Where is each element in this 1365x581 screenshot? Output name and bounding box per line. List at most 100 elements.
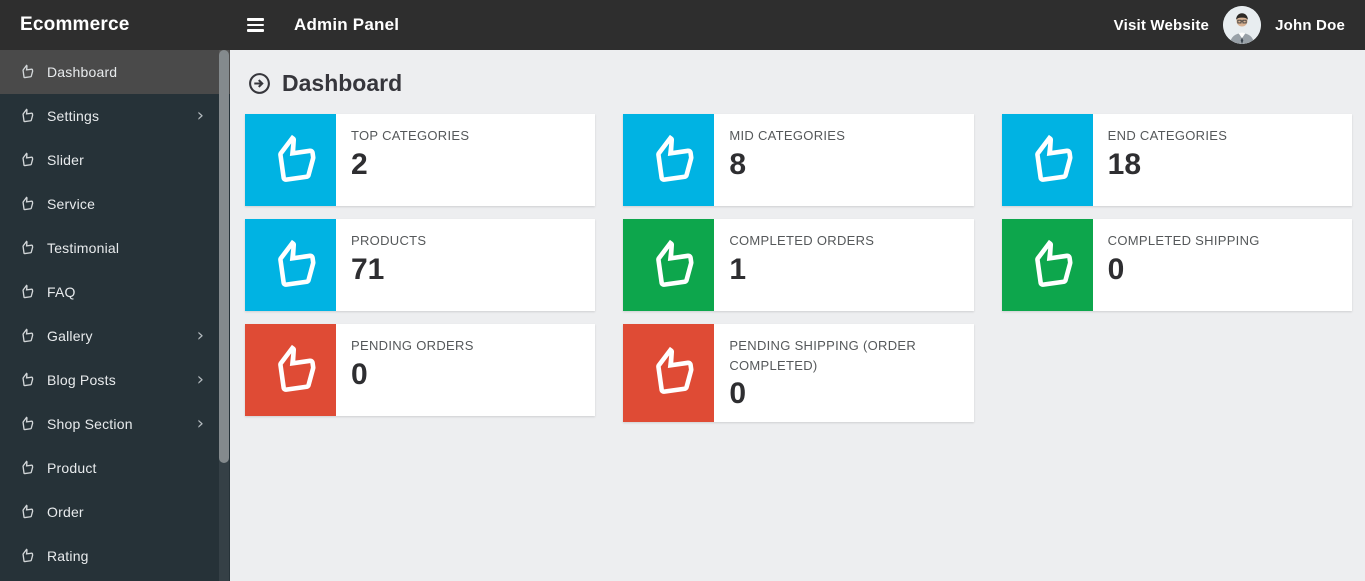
stat-label: PENDING ORDERS bbox=[351, 338, 474, 353]
thumbs-up-icon bbox=[18, 504, 34, 520]
thumbs-up-icon bbox=[245, 114, 336, 206]
sidebar-item-label: Dashboard bbox=[47, 64, 118, 80]
user-avatar[interactable] bbox=[1223, 6, 1262, 44]
thumbs-up-icon bbox=[18, 196, 34, 212]
sidebar-item-product[interactable]: Product › bbox=[0, 446, 230, 490]
sidebar-item-label: Order bbox=[47, 504, 84, 520]
thumbs-up-icon bbox=[1001, 114, 1093, 206]
sidebar-item-label: Testimonial bbox=[47, 240, 120, 256]
scrollbar-thumb[interactable] bbox=[219, 50, 229, 463]
stat-value: 0 bbox=[1107, 252, 1125, 286]
stat-card: PRODUCTS 71 bbox=[245, 219, 596, 311]
thumbs-up-icon bbox=[18, 240, 34, 256]
sidebar-item-label: Slider bbox=[47, 152, 84, 168]
topbar: Ecommerce Admin Panel Visit Website John… bbox=[0, 0, 1365, 50]
thumbs-up-icon bbox=[1001, 219, 1093, 311]
stat-cards-grid: TOP CATEGORIES 2 MID CATEGORIES 8 END CA… bbox=[245, 114, 1352, 422]
stat-value: 8 bbox=[729, 147, 747, 181]
hamburger-icon bbox=[247, 18, 264, 32]
stat-card-body: PENDING SHIPPING (ORDER COMPLETED) 0 bbox=[714, 324, 973, 422]
main-content: Dashboard TOP CATEGORIES 2 MID CATEGORIE… bbox=[230, 50, 1365, 581]
sidebar-item-rating[interactable]: Rating › bbox=[0, 534, 230, 578]
sidebar-item-label: FAQ bbox=[47, 284, 76, 300]
stat-card-body: PRODUCTS 71 bbox=[336, 219, 595, 311]
sidebar-item-order[interactable]: Order › bbox=[0, 490, 230, 534]
user-photo-icon bbox=[1223, 6, 1262, 44]
stat-label: PENDING SHIPPING (ORDER COMPLETED) bbox=[729, 338, 917, 373]
sidebar-item-label: Rating bbox=[47, 548, 89, 564]
thumbs-up-icon bbox=[18, 460, 34, 476]
stat-label: TOP CATEGORIES bbox=[351, 128, 470, 143]
stat-label: COMPLETED SHIPPING bbox=[1107, 233, 1260, 248]
admin-panel-title: Admin Panel bbox=[294, 15, 400, 34]
stat-value: 0 bbox=[351, 357, 368, 391]
stat-value: 2 bbox=[351, 147, 368, 181]
thumbs-up-icon bbox=[245, 219, 336, 311]
stat-card-body: MID CATEGORIES 8 bbox=[714, 114, 973, 206]
stat-label: END CATEGORIES bbox=[1107, 128, 1228, 143]
stat-value: 18 bbox=[1107, 147, 1142, 181]
stat-card: PENDING ORDERS 0 bbox=[245, 324, 596, 416]
arrow-circle-right-icon bbox=[247, 71, 272, 96]
stat-card: COMPLETED SHIPPING 0 bbox=[1001, 219, 1352, 311]
stat-card-body: PENDING ORDERS 0 bbox=[336, 324, 595, 416]
sidebar-item-label: Product bbox=[47, 460, 97, 476]
stat-card: PENDING SHIPPING (ORDER COMPLETED) 0 bbox=[623, 324, 974, 422]
chevron-right-icon: › bbox=[196, 105, 204, 126]
topbar-main: Admin Panel Visit Website John Doe bbox=[230, 6, 1365, 44]
sidebar-scrollbar bbox=[219, 50, 229, 581]
stat-card-body: END CATEGORIES 18 bbox=[1093, 114, 1352, 206]
thumbs-up-icon bbox=[18, 548, 34, 564]
sidebar-item-dashboard[interactable]: Dashboard › bbox=[0, 50, 230, 94]
stat-value: 1 bbox=[729, 252, 747, 286]
sidebar-item-blog-posts[interactable]: Blog Posts › bbox=[0, 358, 230, 402]
stat-value: 71 bbox=[351, 252, 385, 286]
sidebar-item-testimonial[interactable]: Testimonial › bbox=[0, 226, 230, 270]
thumbs-up-icon bbox=[18, 108, 34, 124]
thumbs-up-icon bbox=[18, 152, 34, 168]
menu-toggle-button[interactable] bbox=[242, 12, 269, 38]
stat-card-body: COMPLETED ORDERS 1 bbox=[714, 219, 973, 311]
stat-label: MID CATEGORIES bbox=[729, 128, 846, 143]
sidebar-item-shop-section[interactable]: Shop Section › bbox=[0, 402, 230, 446]
sidebar-item-label: Gallery bbox=[47, 328, 93, 344]
chevron-right-icon: › bbox=[196, 325, 204, 346]
thumbs-up-icon bbox=[18, 372, 34, 388]
thumbs-up-icon bbox=[18, 284, 34, 300]
thumbs-up-icon bbox=[623, 114, 715, 206]
visit-website-link[interactable]: Visit Website bbox=[1114, 17, 1209, 34]
sidebar-item-label: Shop Section bbox=[47, 416, 133, 432]
sidebar-item-label: Service bbox=[47, 196, 96, 212]
sidebar-nav: Dashboard › Settings › Slider › Service … bbox=[0, 50, 230, 578]
stat-card-body: TOP CATEGORIES 2 bbox=[336, 114, 595, 206]
thumbs-up-icon bbox=[18, 64, 34, 80]
sidebar-item-gallery[interactable]: Gallery › bbox=[0, 314, 230, 358]
stat-label: PRODUCTS bbox=[351, 233, 427, 248]
stat-card: COMPLETED ORDERS 1 bbox=[623, 219, 974, 311]
sidebar-item-label: Settings bbox=[47, 108, 100, 124]
page-title-text: Dashboard bbox=[282, 70, 403, 96]
stat-value: 0 bbox=[729, 377, 747, 410]
sidebar-item-faq[interactable]: FAQ › bbox=[0, 270, 230, 314]
sidebar-item-slider[interactable]: Slider › bbox=[0, 138, 230, 182]
sidebar-item-service[interactable]: Service › bbox=[0, 182, 230, 226]
sidebar-item-label: Blog Posts bbox=[47, 372, 116, 388]
stat-card: MID CATEGORIES 8 bbox=[623, 114, 974, 206]
stat-label: COMPLETED ORDERS bbox=[729, 233, 875, 248]
thumbs-up-icon bbox=[18, 416, 34, 432]
stat-card: TOP CATEGORIES 2 bbox=[245, 114, 596, 206]
sidebar-item-settings[interactable]: Settings › bbox=[0, 94, 230, 138]
thumbs-up-icon bbox=[245, 324, 336, 416]
chevron-right-icon: › bbox=[196, 369, 204, 390]
brand-logo[interactable]: Ecommerce bbox=[0, 14, 230, 36]
chevron-right-icon: › bbox=[196, 413, 204, 434]
topbar-right: Visit Website John Doe bbox=[1114, 6, 1345, 44]
stat-card: END CATEGORIES 18 bbox=[1001, 114, 1352, 206]
thumbs-up-icon bbox=[18, 328, 34, 344]
stat-card-body: COMPLETED SHIPPING 0 bbox=[1093, 219, 1352, 311]
thumbs-up-icon bbox=[623, 324, 715, 422]
page-title: Dashboard bbox=[247, 70, 1352, 97]
user-menu[interactable]: John Doe bbox=[1275, 17, 1345, 34]
thumbs-up-icon bbox=[623, 219, 715, 311]
sidebar: Dashboard › Settings › Slider › Service … bbox=[0, 50, 230, 581]
